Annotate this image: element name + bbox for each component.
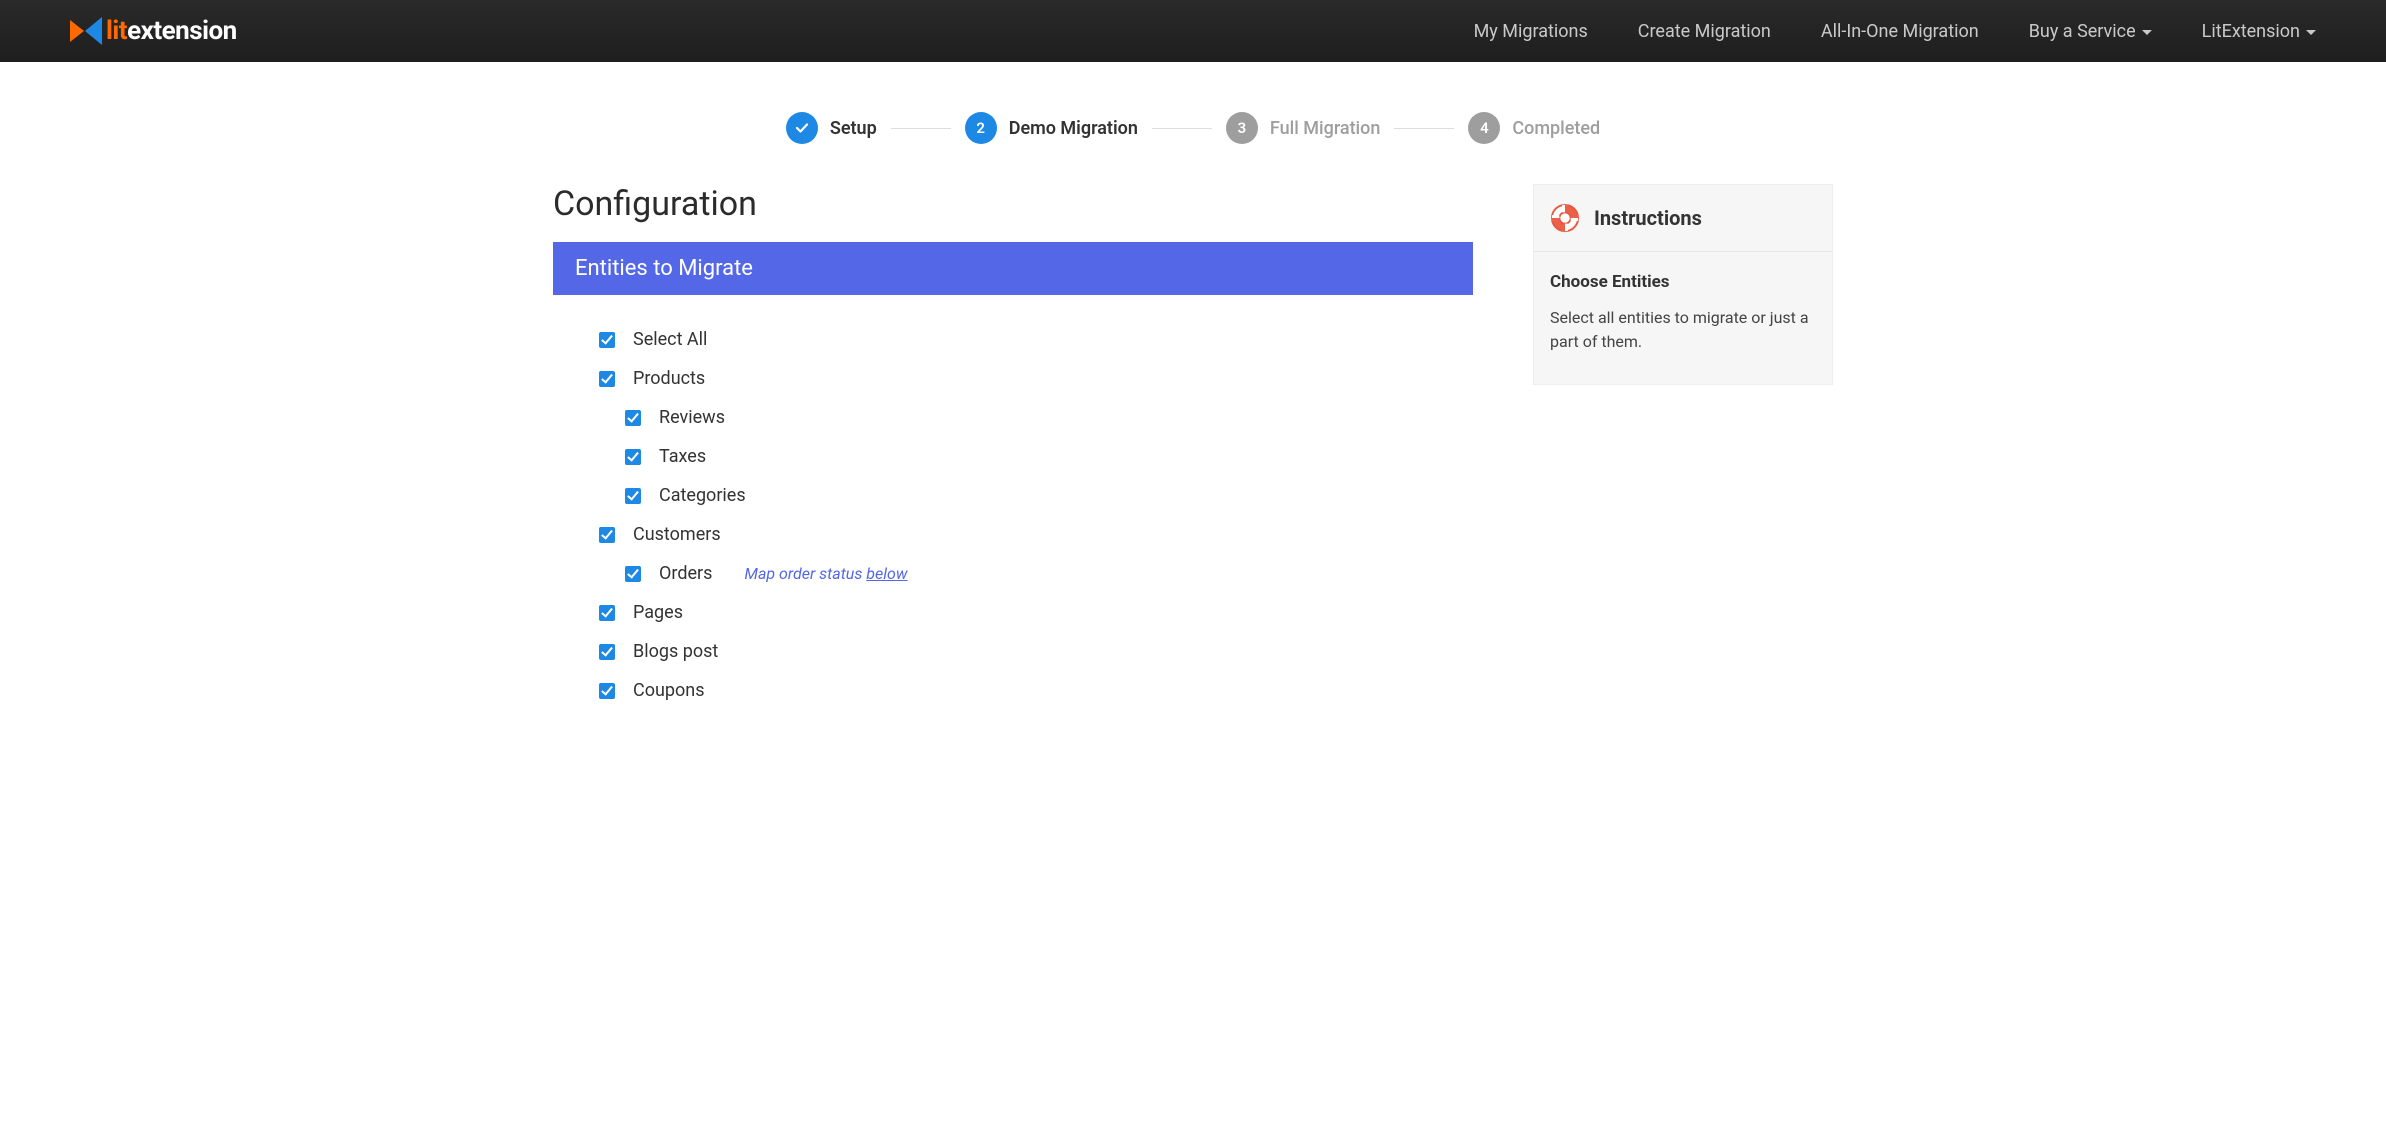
step-completed[interactable]: 4 Completed — [1468, 112, 1600, 144]
entity-label: Categories — [659, 485, 746, 506]
entities-list: Select All Products Reviews Taxes Catego… — [553, 295, 1473, 701]
orders-note-link[interactable]: below — [866, 564, 907, 583]
stepper: Setup 2 Demo Migration 3 Full Migration … — [0, 112, 2386, 144]
entity-label: Customers — [633, 524, 721, 545]
checkbox-blogs[interactable] — [599, 644, 615, 660]
chevron-down-icon — [2142, 30, 2152, 35]
entity-label: Taxes — [659, 446, 706, 467]
entity-customers: Customers — [599, 524, 1473, 545]
instructions-header: Instructions — [1534, 185, 1832, 252]
orders-note: Map order status below — [744, 564, 907, 583]
checkbox-categories[interactable] — [625, 488, 641, 504]
entity-select-all: Select All — [599, 329, 1473, 350]
panel-header: Entities to Migrate — [553, 242, 1473, 295]
nav-my-migrations[interactable]: My Migrations — [1474, 21, 1588, 42]
entity-label: Products — [633, 368, 705, 389]
navbar: litextension My Migrations Create Migrat… — [0, 0, 2386, 62]
checkbox-customers[interactable] — [599, 527, 615, 543]
logo-text: litextension — [106, 16, 237, 46]
entity-label: Blogs post — [633, 641, 718, 662]
lifebuoy-icon — [1550, 203, 1580, 233]
step-label: Setup — [830, 118, 877, 139]
step-circle-active: 2 — [965, 112, 997, 144]
nav-buy-service[interactable]: Buy a Service — [2029, 21, 2152, 42]
entity-reviews: Reviews — [625, 407, 1473, 428]
entity-label: Select All — [633, 329, 707, 350]
entity-orders: Orders Map order status below — [625, 563, 1473, 584]
entity-label: Pages — [633, 602, 683, 623]
entity-products: Products — [599, 368, 1473, 389]
entity-taxes: Taxes — [625, 446, 1473, 467]
step-circle-done — [786, 112, 818, 144]
nav-create-migration[interactable]: Create Migration — [1638, 21, 1771, 42]
instructions-body: Choose Entities Select all entities to m… — [1534, 252, 1832, 384]
check-icon — [794, 120, 810, 136]
checkbox-products[interactable] — [599, 371, 615, 387]
checkbox-reviews[interactable] — [625, 410, 641, 426]
entity-categories: Categories — [625, 485, 1473, 506]
instructions-sidebar: Instructions Choose Entities Select all … — [1533, 184, 1833, 385]
step-divider — [1152, 128, 1212, 129]
checkbox-pages[interactable] — [599, 605, 615, 621]
page-title: Configuration — [553, 184, 1473, 224]
nav-all-in-one[interactable]: All-In-One Migration — [1821, 21, 1979, 42]
logo-icon — [70, 17, 102, 45]
main-content: Configuration Entities to Migrate Select… — [553, 184, 1473, 719]
entity-label: Reviews — [659, 407, 725, 428]
step-circle-future: 3 — [1226, 112, 1258, 144]
instructions-title: Instructions — [1594, 206, 1702, 230]
entity-pages: Pages — [599, 602, 1473, 623]
checkbox-coupons[interactable] — [599, 683, 615, 699]
chevron-down-icon — [2306, 30, 2316, 35]
entity-label: Coupons — [633, 680, 705, 701]
step-label: Full Migration — [1270, 118, 1380, 139]
instructions-text: Select all entities to migrate or just a… — [1550, 306, 1816, 354]
instructions-subtitle: Choose Entities — [1550, 272, 1816, 292]
step-demo[interactable]: 2 Demo Migration — [965, 112, 1138, 144]
entity-blogs: Blogs post — [599, 641, 1473, 662]
nav-litextension[interactable]: LitExtension — [2202, 21, 2316, 42]
checkbox-select-all[interactable] — [599, 332, 615, 348]
step-divider — [891, 128, 951, 129]
step-label: Completed — [1512, 118, 1600, 139]
step-full[interactable]: 3 Full Migration — [1226, 112, 1380, 144]
step-divider — [1394, 128, 1454, 129]
checkbox-taxes[interactable] — [625, 449, 641, 465]
nav-items: My Migrations Create Migration All-In-On… — [1474, 21, 2316, 42]
step-circle-future: 4 — [1468, 112, 1500, 144]
checkbox-orders[interactable] — [625, 566, 641, 582]
entity-coupons: Coupons — [599, 680, 1473, 701]
logo[interactable]: litextension — [70, 16, 237, 46]
step-label: Demo Migration — [1009, 118, 1138, 139]
entity-label: Orders — [659, 563, 712, 584]
step-setup[interactable]: Setup — [786, 112, 877, 144]
